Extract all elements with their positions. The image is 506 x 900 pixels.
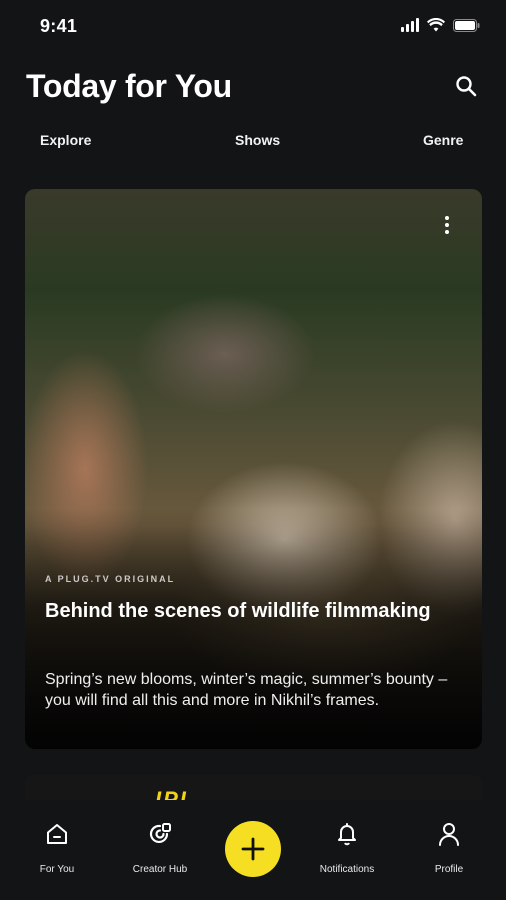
tab-explore[interactable]: Explore xyxy=(40,132,91,148)
more-vertical-icon[interactable] xyxy=(438,213,456,237)
tab-genre[interactable]: Genre xyxy=(423,132,463,148)
nav-creator-hub[interactable]: Creator Hub xyxy=(115,820,205,875)
plus-icon xyxy=(241,837,265,861)
person-icon xyxy=(435,820,463,848)
creator-hub-icon xyxy=(146,820,174,848)
bell-icon xyxy=(333,820,361,848)
create-button[interactable] xyxy=(225,821,281,877)
nav-notifications[interactable]: Notifications xyxy=(302,820,392,875)
feature-card[interactable]: A PLUG.TV ORIGINAL Behind the scenes of … xyxy=(25,189,482,749)
nav-label-for-you: For You xyxy=(39,864,75,875)
tab-shows[interactable]: Shows xyxy=(235,132,280,148)
card-shade xyxy=(25,509,482,749)
nav-profile[interactable]: Profile xyxy=(404,820,494,875)
cellular-signal-icon xyxy=(401,18,419,32)
home-icon xyxy=(43,820,71,848)
nav-label-notifications: Notifications xyxy=(319,864,375,875)
card-eyebrow: A PLUG.TV ORIGINAL xyxy=(45,574,176,584)
status-time: 9:41 xyxy=(40,16,78,36)
card-title: Behind the scenes of wildlife filmmaking xyxy=(45,600,431,622)
header: Today for You xyxy=(0,60,506,120)
search-icon xyxy=(456,76,477,97)
nav-label-profile: Profile xyxy=(434,864,464,875)
status-bar: 9:41 xyxy=(0,0,506,52)
nav-label-creator-hub: Creator Hub xyxy=(132,864,188,875)
card-description: Spring’s new blooms, winter’s magic, sum… xyxy=(45,671,448,709)
search-button[interactable] xyxy=(452,72,480,100)
battery-icon xyxy=(453,18,480,32)
category-tabs: Explore Shows Genre xyxy=(0,132,506,156)
wifi-icon xyxy=(427,18,445,32)
status-icons xyxy=(401,18,480,32)
nav-for-you[interactable]: For You xyxy=(12,820,102,875)
page-title: Today for You xyxy=(26,68,232,104)
